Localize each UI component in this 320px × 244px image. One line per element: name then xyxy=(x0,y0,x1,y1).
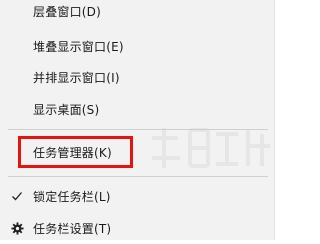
menu-item-side-by-side-windows[interactable]: 并排显示窗口(I) xyxy=(0,61,275,93)
gear-icon xyxy=(10,221,24,235)
menu-item-label: 显示桌面(S) xyxy=(33,102,100,117)
menu-item-cascade-windows[interactable]: 层叠窗口(D) xyxy=(0,0,275,27)
menu-item-taskbar-settings[interactable]: 任务栏设置(T) xyxy=(0,212,275,244)
taskbar-context-menu: 层叠窗口(D) 堆叠显示窗口(E) 并排显示窗口(I) 显示桌面(S) 任务管理… xyxy=(0,0,275,240)
menu-item-label: 层叠窗口(D) xyxy=(33,4,102,19)
menu-item-label: 堆叠显示窗口(E) xyxy=(33,39,124,54)
checkmark-icon xyxy=(10,189,24,203)
menu-item-label: 锁定任务栏(L) xyxy=(33,189,111,204)
highlight-annotation-box xyxy=(18,136,133,168)
menu-item-label: 任务栏设置(T) xyxy=(33,221,112,236)
menu-item-label: 并排显示窗口(I) xyxy=(33,70,120,85)
watermark-logo-icon xyxy=(150,118,275,200)
menu-item-stack-windows[interactable]: 堆叠显示窗口(E) xyxy=(0,30,275,62)
